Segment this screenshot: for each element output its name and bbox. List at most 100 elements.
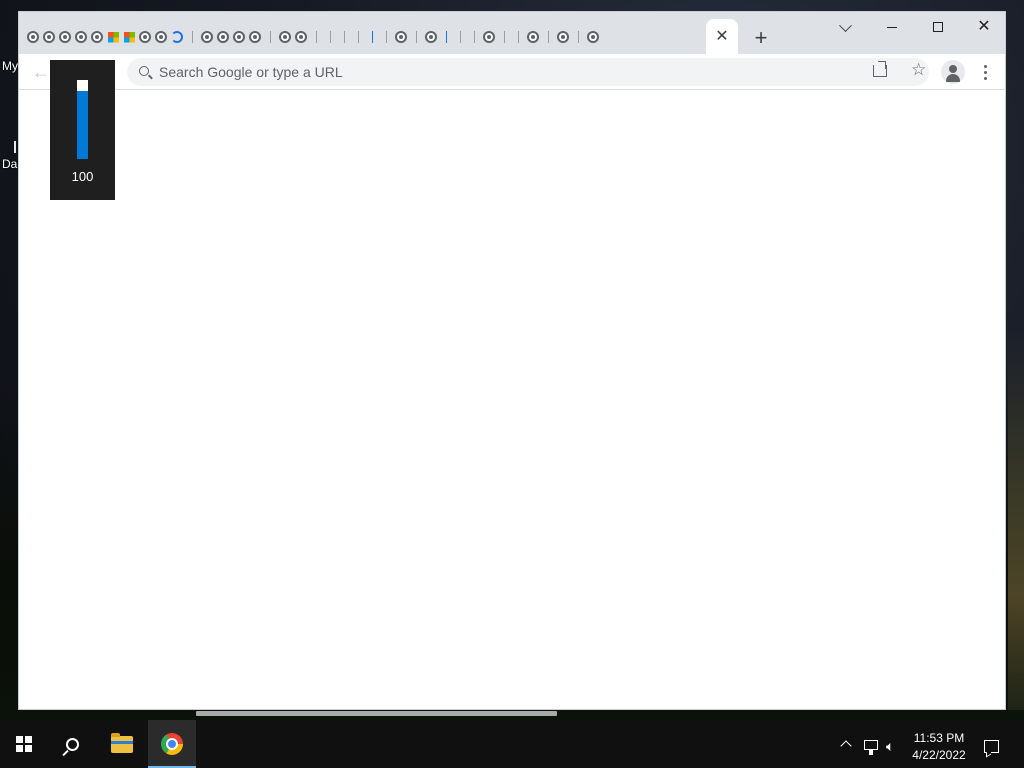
clock-time: 11:53 PM xyxy=(913,731,965,745)
pinned-tab[interactable] xyxy=(137,24,153,50)
pinned-tab[interactable] xyxy=(453,24,467,50)
star-icon[interactable]: ☆ xyxy=(911,61,926,78)
tab-favicon-icon xyxy=(59,31,71,43)
pinned-tab[interactable] xyxy=(351,24,365,50)
chrome-icon xyxy=(161,733,183,755)
pinned-tab[interactable] xyxy=(337,24,351,50)
pinned-tab[interactable] xyxy=(89,24,105,50)
pinned-tab[interactable] xyxy=(409,24,423,50)
microsoft-logo-icon xyxy=(123,31,135,43)
pinned-tab[interactable] xyxy=(393,24,409,50)
tab-favicon-icon xyxy=(155,31,167,43)
clock-date: 4/22/2022 xyxy=(912,748,966,762)
menu-dot xyxy=(983,64,987,68)
pinned-tab[interactable] xyxy=(169,24,185,50)
desktop-icon-fragment xyxy=(14,141,16,153)
pinned-tab[interactable] xyxy=(467,24,481,50)
pinned-tab[interactable] xyxy=(121,24,137,50)
tab-favicon-icon xyxy=(249,31,261,43)
tab-favicon-icon xyxy=(395,31,407,43)
tab-favicon-icon xyxy=(233,31,245,43)
pinned-tab[interactable] xyxy=(231,24,247,50)
maximize-button[interactable] xyxy=(915,12,961,42)
minimize-icon xyxy=(887,26,897,28)
pinned-tab[interactable] xyxy=(571,24,585,50)
pinned-tab[interactable] xyxy=(511,24,525,50)
volume-slider-track[interactable] xyxy=(77,80,88,159)
search-icon xyxy=(139,66,149,76)
pinned-tab[interactable] xyxy=(423,24,439,50)
pinned-tab[interactable] xyxy=(323,24,337,50)
notification-center-icon[interactable] xyxy=(984,740,999,753)
tab-favicon-icon xyxy=(483,31,495,43)
pinned-tab[interactable] xyxy=(263,24,277,50)
pinned-tab[interactable] xyxy=(185,24,199,50)
search-icon xyxy=(65,737,79,751)
title-bar: ✕ + ✕ xyxy=(19,12,1005,54)
menu-dot xyxy=(983,70,987,74)
pinned-tab[interactable] xyxy=(153,24,169,50)
omnibox[interactable]: ☆ xyxy=(127,58,929,86)
pinned-tab[interactable] xyxy=(365,24,379,50)
minimize-button[interactable] xyxy=(869,12,915,42)
tab-favicon-icon xyxy=(527,31,539,43)
pinned-tab[interactable] xyxy=(585,24,601,50)
network-icon[interactable] xyxy=(864,740,878,755)
pinned-tab[interactable] xyxy=(277,24,293,50)
tab-favicon-icon xyxy=(295,31,307,43)
pinned-tab[interactable] xyxy=(199,24,215,50)
speaker-icon[interactable]: 🔈︎ xyxy=(886,739,894,753)
chrome-window: ✕ + ✕ ← ☆ xyxy=(18,11,1006,710)
person-icon xyxy=(949,65,957,73)
pinned-tab[interactable] xyxy=(73,24,89,50)
tab-favicon-icon xyxy=(557,31,569,43)
taskbar-search-button[interactable] xyxy=(48,720,96,768)
page-content[interactable] xyxy=(19,91,1005,709)
tab-favicon-icon xyxy=(139,31,151,43)
file-explorer-button[interactable] xyxy=(98,720,146,768)
close-window-button[interactable]: ✕ xyxy=(961,12,1007,42)
pinned-tab[interactable] xyxy=(379,24,393,50)
share-icon[interactable] xyxy=(873,65,887,77)
tab-favicon-icon xyxy=(27,31,39,43)
maximize-icon xyxy=(933,22,943,32)
pinned-tab[interactable] xyxy=(481,24,497,50)
pinned-tab[interactable] xyxy=(309,24,323,50)
pinned-tab[interactable] xyxy=(25,24,41,50)
close-tab-icon[interactable]: ✕ xyxy=(715,28,728,45)
tab-favicon-icon xyxy=(201,31,213,43)
active-tab[interactable]: ✕ xyxy=(706,19,738,54)
toolbar: ← ☆ xyxy=(19,54,1005,90)
tab-strip xyxy=(25,24,701,50)
new-tab-button[interactable]: + xyxy=(747,24,775,52)
pinned-tab[interactable] xyxy=(525,24,541,50)
pinned-tab[interactable] xyxy=(247,24,263,50)
volume-value: 100 xyxy=(71,169,94,184)
pinned-tab[interactable] xyxy=(541,24,555,50)
pinned-tab[interactable] xyxy=(293,24,309,50)
close-icon: ✕ xyxy=(977,18,991,35)
chrome-taskbar-button[interactable] xyxy=(148,720,196,768)
pinned-tab[interactable] xyxy=(555,24,571,50)
pinned-tab[interactable] xyxy=(215,24,231,50)
tab-search-button[interactable] xyxy=(831,15,859,41)
pinned-tab[interactable] xyxy=(57,24,73,50)
profile-button[interactable] xyxy=(941,60,965,84)
pinned-tab[interactable] xyxy=(439,24,453,50)
kebab-menu-button[interactable] xyxy=(975,60,995,84)
tab-favicon-icon xyxy=(217,31,229,43)
horizontal-scrollbar[interactable] xyxy=(196,711,557,716)
pinned-tab[interactable] xyxy=(497,24,511,50)
address-bar-input[interactable] xyxy=(159,62,759,82)
pinned-tab[interactable] xyxy=(105,24,121,50)
folder-icon xyxy=(111,732,133,753)
volume-flyout: 100 xyxy=(50,60,115,200)
taskbar-clock[interactable]: 11:53 PM 4/22/2022 xyxy=(906,730,972,764)
pinned-tab[interactable] xyxy=(41,24,57,50)
arrow-left-icon: ← xyxy=(32,61,50,82)
start-button[interactable] xyxy=(0,720,48,768)
tab-favicon-icon xyxy=(75,31,87,43)
tab-favicon-icon xyxy=(91,31,103,43)
desktop-icon-label-my[interactable]: My xyxy=(2,59,18,73)
desktop-icon-label-da[interactable]: Da xyxy=(2,157,17,171)
